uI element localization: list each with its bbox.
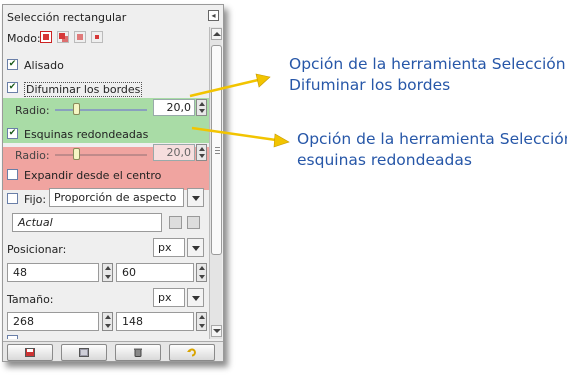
feather-arrow bbox=[189, 73, 271, 98]
feather-note-line2: Difuminar los bordes bbox=[289, 76, 451, 94]
rounded-note-line1: Opción de la herramienta Selección bbox=[297, 130, 567, 148]
rounded-arrow bbox=[191, 126, 290, 148]
rounded-note-line2: esquinas redondeadas bbox=[297, 151, 472, 169]
feather-note-line1: Opción de la herramienta Selección bbox=[289, 55, 566, 73]
feather-note: Opción de la herramienta Selección Difum… bbox=[289, 54, 566, 96]
rounded-note: Opción de la herramienta Selección esqui… bbox=[297, 129, 567, 171]
